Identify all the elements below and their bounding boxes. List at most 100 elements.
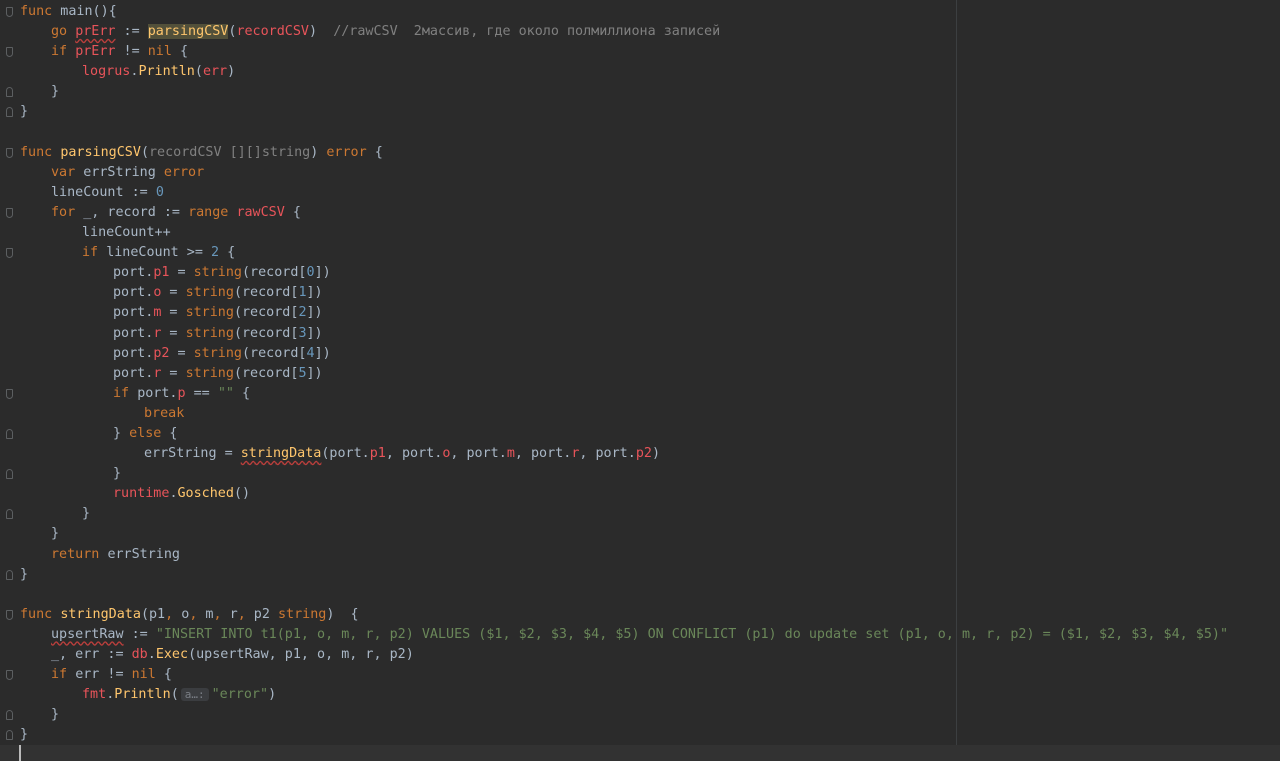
code-token: ( xyxy=(194,64,203,80)
code-token: } xyxy=(20,727,29,743)
code-line[interactable]: return errString xyxy=(0,545,1280,565)
code-line[interactable]: lineCount := 0 xyxy=(0,183,1280,203)
code-token: if xyxy=(51,44,76,60)
fold-open-icon[interactable] xyxy=(6,147,13,158)
code-token: db xyxy=(131,647,148,662)
code-token: { xyxy=(155,667,172,683)
code-token: (record[ xyxy=(233,325,299,341)
fold-close-icon[interactable] xyxy=(6,469,13,480)
code-token: m xyxy=(506,446,515,462)
code-token: if xyxy=(113,385,138,401)
code-line[interactable]: } xyxy=(0,504,1280,524)
fold-open-icon[interactable] xyxy=(6,388,13,399)
code-token: stringData xyxy=(240,446,322,462)
code-token: . xyxy=(169,486,178,502)
code-line[interactable]: port.p2 = string(record[4]) xyxy=(0,344,1280,364)
code-token: recordCSV [][]string xyxy=(149,144,311,160)
code-token: } xyxy=(51,84,60,100)
code-token: { xyxy=(233,385,251,401)
code-token: () xyxy=(233,486,251,502)
code-line[interactable]: upsertRaw := "INSERT INTO t1(p1, o, m, r… xyxy=(0,625,1280,645)
fold-open-icon[interactable] xyxy=(6,47,13,58)
code-line[interactable]: fmt.Println(a…: "error") xyxy=(0,685,1280,705)
fold-close-icon[interactable] xyxy=(6,509,13,520)
code-line[interactable]: port.p1 = string(record[0]) xyxy=(0,263,1280,283)
code-token: Println xyxy=(114,687,171,703)
code-token: ( xyxy=(170,687,179,703)
code-line[interactable]: func stringData(p1, o, m, r, p2 string) … xyxy=(0,605,1280,625)
code-editor[interactable]: func main(){go prErr := parsingCSV(recor… xyxy=(0,0,1280,761)
code-line[interactable]: } xyxy=(0,102,1280,122)
code-token: "INSERT INTO t1(p1, o, m, r, p2) VALUES … xyxy=(155,626,1229,642)
code-token: fmt xyxy=(82,687,107,703)
code-line[interactable]: if prErr != nil { xyxy=(0,42,1280,62)
code-line[interactable]: go prErr := parsingCSV(recordCSV) //rawC… xyxy=(0,22,1280,42)
code-line[interactable] xyxy=(0,123,1280,143)
code-token: (record[ xyxy=(233,305,299,321)
code-token: m xyxy=(197,606,214,622)
code-line[interactable]: break xyxy=(0,404,1280,424)
code-line[interactable]: } xyxy=(0,725,1280,745)
code-token: (record[ xyxy=(242,265,307,281)
code-line[interactable]: port.r = string(record[3]) xyxy=(0,324,1280,344)
code-token: func xyxy=(20,4,53,19)
code-token: 2 xyxy=(298,305,307,321)
code-token: _, err := xyxy=(51,647,132,662)
code-line[interactable]: } xyxy=(0,524,1280,544)
code-line[interactable]: errString = stringData(port.p1, port.o, … xyxy=(0,444,1280,464)
code-token: := xyxy=(115,24,148,40)
code-token: ) xyxy=(309,24,334,40)
fold-open-icon[interactable] xyxy=(6,609,13,620)
code-token: ) xyxy=(268,687,277,703)
code-token: _, record := xyxy=(83,204,189,220)
fold-close-icon[interactable] xyxy=(6,730,13,741)
code-line[interactable]: var errString error xyxy=(0,163,1280,183)
code-line[interactable]: } xyxy=(0,82,1280,102)
code-line[interactable]: _, err := db.Exec(upsertRaw, p1, o, m, r… xyxy=(0,645,1280,665)
code-token: 5 xyxy=(298,365,307,381)
code-line[interactable]: } xyxy=(0,565,1280,585)
fold-open-icon[interactable] xyxy=(6,670,13,681)
code-token: (record[ xyxy=(233,365,299,381)
fold-open-icon[interactable] xyxy=(6,207,13,218)
code-token: err != xyxy=(75,667,132,683)
code-token: = xyxy=(169,345,194,361)
code-line[interactable]: if lineCount >= 2 { xyxy=(0,243,1280,263)
code-line[interactable]: port.r = string(record[5]) xyxy=(0,364,1280,384)
code-line[interactable]: if err != nil { xyxy=(0,665,1280,685)
code-line[interactable] xyxy=(0,745,1280,761)
code-line[interactable]: func parsingCSV(recordCSV [][]string) er… xyxy=(0,143,1280,163)
code-line[interactable]: port.m = string(record[2]) xyxy=(0,303,1280,323)
fold-close-icon[interactable] xyxy=(6,710,13,721)
code-token: prErr xyxy=(75,44,116,60)
code-line[interactable]: } xyxy=(0,705,1280,725)
code-line[interactable]: if port.p == "" { xyxy=(0,384,1280,404)
code-token: 3 xyxy=(298,325,307,341)
code-token: p1 xyxy=(369,446,386,462)
code-line[interactable]: logrus.Println(err) xyxy=(0,62,1280,82)
fold-open-icon[interactable] xyxy=(6,248,13,259)
code-area[interactable]: func main(){go prErr := parsingCSV(recor… xyxy=(0,2,1280,761)
code-line[interactable] xyxy=(0,585,1280,605)
fold-close-icon[interactable] xyxy=(6,87,13,98)
fold-close-icon[interactable] xyxy=(6,107,13,118)
code-line[interactable]: func main(){ xyxy=(0,2,1280,22)
code-token: port. xyxy=(113,285,154,301)
code-token: } xyxy=(51,707,60,723)
code-token: { xyxy=(366,144,383,160)
fold-close-icon[interactable] xyxy=(6,428,13,439)
code-line[interactable]: runtime.Gosched() xyxy=(0,484,1280,504)
fold-open-icon[interactable] xyxy=(6,7,13,17)
code-token: ( xyxy=(140,144,149,160)
code-token: Println xyxy=(138,64,195,80)
code-line[interactable]: } xyxy=(0,464,1280,484)
code-token: (port. xyxy=(321,446,370,462)
code-line[interactable]: } else { xyxy=(0,424,1280,444)
code-token: , port. xyxy=(514,446,572,462)
fold-close-icon[interactable] xyxy=(6,569,13,580)
code-line[interactable]: lineCount++ xyxy=(0,223,1280,243)
code-line[interactable]: port.o = string(record[1]) xyxy=(0,283,1280,303)
code-line[interactable]: for _, record := range rawCSV { xyxy=(0,203,1280,223)
parameter-hint: a…: xyxy=(180,688,209,702)
code-token: , xyxy=(213,606,222,622)
